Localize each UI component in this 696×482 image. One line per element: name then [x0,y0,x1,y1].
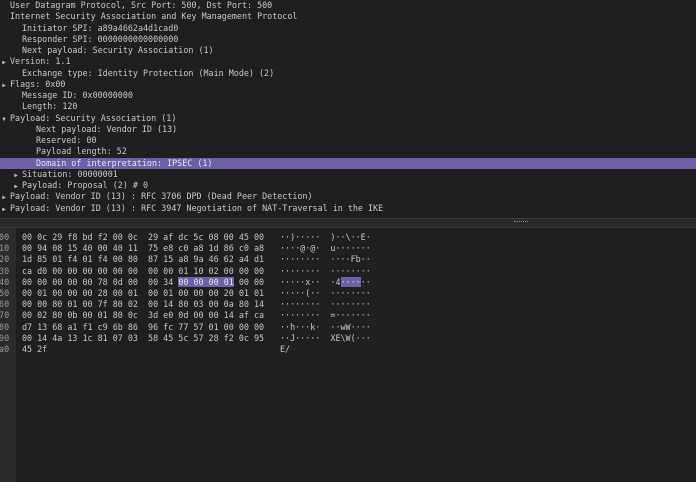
tree-row[interactable]: Exchange type: Identity Protection (Main… [0,68,696,79]
tree-row-selected[interactable]: Domain of interpretation: IPSEC (1) [0,157,696,169]
bytes-row[interactable]: 090 00 14 4a 13 1c 81 07 03 58 45 5c 57 2… [0,333,696,344]
tree-row[interactable]: Next payload: Vendor ID (13) [0,124,696,135]
hex-bytes[interactable]: 00 01 00 00 00 28 00 01 00 01 00 00 00 2… [22,288,264,299]
tree-row-label: Payload length: 52 [36,146,127,157]
ascii-bytes[interactable]: ·····(·· ········ [280,288,371,299]
ascii-bytes[interactable]: ········ ········ [280,299,371,310]
tree-row-label: Initiator SPI: a89a4662a4d1cad0 [22,22,179,33]
byte-offset: 080 [0,321,10,332]
byte-offset: 000 [0,232,10,242]
byte-offset: 090 [0,332,10,343]
hex-bytes[interactable]: 00 02 80 0b 00 01 80 0c 3d e0 0d 00 00 1… [22,310,264,321]
ascii-bytes[interactable]: ·····x·· ·4······ [280,276,371,288]
tree-row-label: Domain of interpretation: IPSEC (1) [36,157,213,168]
bytes-row[interactable]: 050 00 01 00 00 00 28 00 01 00 01 00 00 0… [0,288,696,299]
packet-details-tree[interactable]: User Datagram Protocol, Src Port: 500, D… [0,0,696,218]
tree-row[interactable]: Next payload: Security Association (1) [0,45,696,56]
tree-row[interactable]: User Datagram Protocol, Src Port: 500, D… [0,0,696,11]
tree-row[interactable]: Payload length: 52 [0,146,696,157]
ascii-bytes[interactable]: ··)····· )··\··E· [280,232,371,243]
hex-segment: 00 00 00 00 00 78 0d 00 00 34 [22,276,179,287]
tree-row-label: Exchange type: Identity Protection (Main… [22,67,275,78]
bytes-row[interactable]: 0a0 45 2f E/ [0,344,696,355]
ascii-bytes[interactable]: ········ =······· [280,310,371,321]
hex-bytes[interactable]: 00 0c 29 f8 bd f2 00 0c 29 af dc 5c 08 0… [22,232,264,243]
hex-bytes[interactable]: 45 2f [22,344,47,355]
bytes-row[interactable]: 020 1d 85 01 f4 01 f4 00 80 87 15 a8 9a 4… [0,254,696,265]
bytes-row[interactable]: 000 00 0c 29 f8 bd f2 00 0c 29 af dc 5c 0… [0,232,696,243]
tree-row-label: Responder SPI: 0000000000000000 [22,33,179,44]
byte-offset: 0a0 [0,344,10,354]
hex-bytes[interactable]: d7 13 68 a1 f1 c9 6b 86 96 fc 77 57 01 0… [22,322,264,333]
tree-row[interactable]: Length: 120 [0,101,696,112]
tree-row[interactable]: ▶ Version: 1.1 [0,56,696,67]
tree-row-label: Flags: 0x00 [10,78,66,89]
bytes-row[interactable]: 030 ca d0 00 00 00 00 00 00 00 00 01 10 0… [0,266,696,277]
bytes-row[interactable]: 080 d7 13 68 a1 f1 c9 6b 86 96 fc 77 57 0… [0,322,696,333]
ascii-bytes[interactable]: ····@·@· u······· [280,243,371,254]
byte-offset: 070 [0,310,10,321]
hex-bytes[interactable]: 1d 85 01 f4 01 f4 00 80 87 15 a8 9a 46 6… [22,254,264,265]
ascii-bytes[interactable]: ··h···k· ··wW···· [280,322,371,333]
pane-splitter[interactable] [0,218,696,228]
tree-row-label: Situation: 00000001 [22,168,118,179]
bytes-row[interactable]: 010 00 94 08 15 40 00 40 11 75 e8 c0 a8 1… [0,243,696,254]
packet-bytes-pane[interactable]: 000 00 0c 29 f8 bd f2 00 0c 29 af dc 5c 0… [0,228,696,482]
hex-bytes[interactable]: 00 14 4a 13 1c 81 07 03 58 45 5c 57 28 f… [22,333,264,344]
tree-row[interactable]: ▶ Payload: Vendor ID (13) : RFC 3706 DPD … [0,191,696,202]
hex-bytes[interactable]: 00 00 80 01 00 7f 80 02 00 14 80 03 00 0… [22,299,264,310]
byte-offset: 040 [0,276,10,287]
tree-row-label: Internet Security Association and Key Ma… [10,11,298,22]
tree-row-label: Reserved: 00 [36,135,97,145]
tree-row[interactable]: ▶ Payload: Vendor ID (13) : RFC 3947 Nego… [0,203,696,214]
splitter-grip-icon[interactable] [514,221,528,224]
ascii-bytes[interactable]: ··J····· XE\W(··· [280,333,371,344]
ascii-bytes[interactable]: E/ [280,344,290,355]
tree-row[interactable]: ▶ Situation: 00000001 [0,169,696,180]
tree-row[interactable]: Initiator SPI: a89a4662a4d1cad0 [0,23,696,34]
tree-row-label: User Datagram Protocol, Src Port: 500, D… [10,0,273,10]
tree-row-label: Payload: Proposal (2) # 0 [22,180,149,190]
tree-row-label: Payload: Vendor ID (13) : RFC 3706 DPD (… [10,191,313,202]
byte-offset: 030 [0,265,10,276]
hex-segment: 00 00 [233,276,265,287]
ascii-segment: ·····x·· ·4 [280,276,341,287]
ascii-bytes[interactable]: ········ ····Fb·· [280,254,371,265]
tree-row[interactable]: Reserved: 00 [0,135,696,146]
bytes-row[interactable]: 040 00 00 00 00 00 78 0d 00 00 34 00 00 0… [0,276,696,288]
tree-row-label: Version: 1.1 [10,56,71,67]
ascii-bytes[interactable]: ········ ········ [280,266,371,277]
byte-offset: 050 [0,288,10,298]
hex-bytes[interactable]: 00 94 08 15 40 00 40 11 75 e8 c0 a8 1d 8… [22,243,264,254]
tree-row-label: Next payload: Security Association (1) [22,45,214,55]
tree-row-label: Message ID: 0x00000000 [22,90,133,100]
tree-row-label: Payload: Vendor ID (13) : RFC 3947 Negot… [10,202,384,213]
hex-selected-bytes[interactable]: 00 00 00 01 [178,276,234,287]
tree-row[interactable]: ▶ Payload: Proposal (2) # 0 [0,180,696,191]
tree-row[interactable]: ▼ Payload: Security Association (1) [0,113,696,124]
tree-row[interactable]: Responder SPI: 0000000000000000 [0,34,696,45]
byte-offset: 010 [0,243,10,254]
tree-row-label: Next payload: Vendor ID (13) [36,123,178,134]
tree-row[interactable]: Internet Security Association and Key Ma… [0,11,696,22]
ascii-segment: ·· [360,276,371,287]
tree-row-label: Length: 120 [22,101,78,112]
hex-bytes[interactable]: 00 00 00 00 00 78 0d 00 00 34 00 00 00 0… [22,276,265,288]
tree-row[interactable]: ▶ Flags: 0x00 [0,79,696,90]
byte-offset: 060 [0,299,10,310]
ascii-selected-bytes[interactable]: ···· [340,276,361,287]
byte-offset: 020 [0,254,10,265]
tree-row[interactable]: Message ID: 0x00000000 [0,90,696,101]
tree-row-label: Payload: Security Association (1) [10,112,177,123]
hex-bytes[interactable]: ca d0 00 00 00 00 00 00 00 00 01 10 02 0… [22,266,264,277]
expand-arrow-icon[interactable]: ▶ [0,204,10,215]
bytes-row[interactable]: 070 00 02 80 0b 00 01 80 0c 3d e0 0d 00 0… [0,310,696,321]
bytes-row[interactable]: 060 00 00 80 01 00 7f 80 02 00 14 80 03 0… [0,299,696,310]
